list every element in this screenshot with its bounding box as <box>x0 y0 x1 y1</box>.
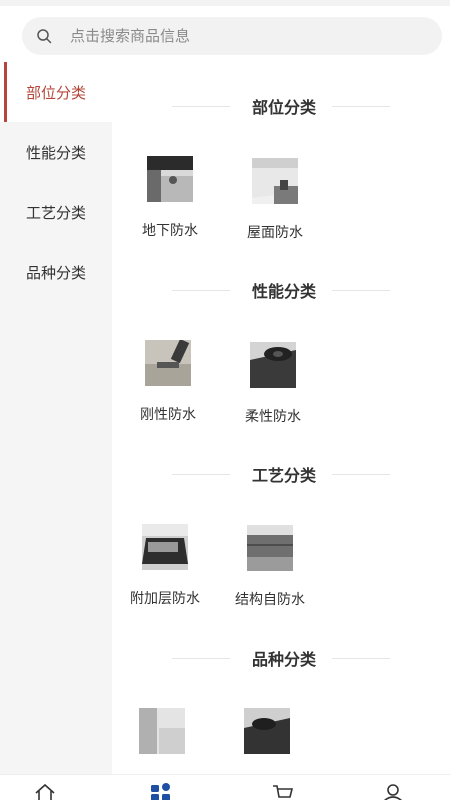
divider <box>332 658 390 659</box>
sidebar-item-location[interactable]: 部位分类 <box>0 62 112 122</box>
product-thumbnail <box>139 708 185 754</box>
category-item-flexible[interactable]: 柔性防水 <box>228 342 318 426</box>
category-icon[interactable] <box>150 783 172 800</box>
category-label: 附加层防水 <box>130 591 200 607</box>
cart-icon[interactable] <box>272 783 294 800</box>
product-thumbnail <box>145 340 191 386</box>
category-label: 刚性防水 <box>140 407 196 423</box>
section-header: 工艺分类 <box>112 462 450 486</box>
sidebar-item-label: 工艺分类 <box>26 203 87 222</box>
section-location: 部位分类 地下防水 屋面防水 <box>112 66 450 250</box>
sidebar-item-label: 部位分类 <box>26 83 87 102</box>
divider <box>332 290 390 291</box>
product-thumbnail <box>250 342 296 388</box>
sidebar-item-performance[interactable]: 性能分类 <box>0 122 112 182</box>
category-label: 地下防水 <box>142 223 198 239</box>
category-item-underground[interactable]: 地下防水 <box>125 156 215 240</box>
category-label: 柔性防水 <box>245 409 301 425</box>
category-label: 屋面防水 <box>247 225 303 241</box>
category-sidebar: 部位分类 性能分类 工艺分类 品种分类 <box>0 62 112 774</box>
divider <box>332 474 390 475</box>
status-strip <box>0 0 450 6</box>
section-process: 工艺分类 附加层防水 结构自防水 <box>112 434 450 618</box>
category-item-variety-2[interactable] <box>222 708 312 772</box>
sidebar-item-process[interactable]: 工艺分类 <box>0 182 112 242</box>
category-item-variety-1[interactable] <box>117 708 207 772</box>
product-thumbnail <box>147 156 193 202</box>
section-header: 性能分类 <box>112 278 450 302</box>
section-variety: 品种分类 <box>112 618 450 774</box>
search-input[interactable] <box>70 27 390 45</box>
section-header: 品种分类 <box>112 646 450 670</box>
section-header: 部位分类 <box>112 94 450 118</box>
category-item-additional-layer[interactable]: 附加层防水 <box>120 524 210 608</box>
category-content: 部位分类 地下防水 屋面防水 性能分类 刚性防水 柔性防水 工艺分类 附加层防水… <box>112 66 450 774</box>
sidebar-item-label: 性能分类 <box>26 143 87 162</box>
category-label: 结构自防水 <box>235 592 305 608</box>
search-icon <box>37 29 52 44</box>
product-thumbnail <box>247 525 293 571</box>
top-bar <box>0 0 450 66</box>
product-thumbnail <box>142 524 188 570</box>
section-title: 工艺分类 <box>251 466 316 485</box>
product-thumbnail <box>244 708 290 754</box>
user-icon[interactable] <box>382 783 404 800</box>
home-icon[interactable] <box>34 783 56 800</box>
section-performance: 性能分类 刚性防水 柔性防水 <box>112 250 450 434</box>
divider <box>332 106 390 107</box>
section-title: 品种分类 <box>251 650 316 669</box>
section-title: 性能分类 <box>251 282 316 301</box>
sidebar-item-variety[interactable]: 品种分类 <box>0 242 112 302</box>
category-item-roof[interactable]: 屋面防水 <box>230 158 320 242</box>
bottom-nav <box>0 774 450 800</box>
search-bar[interactable] <box>22 17 442 55</box>
section-title: 部位分类 <box>251 98 316 117</box>
sidebar-item-label: 品种分类 <box>26 263 87 282</box>
category-item-structural[interactable]: 结构自防水 <box>225 525 315 609</box>
product-thumbnail <box>252 158 298 204</box>
category-item-rigid[interactable]: 刚性防水 <box>123 340 213 424</box>
